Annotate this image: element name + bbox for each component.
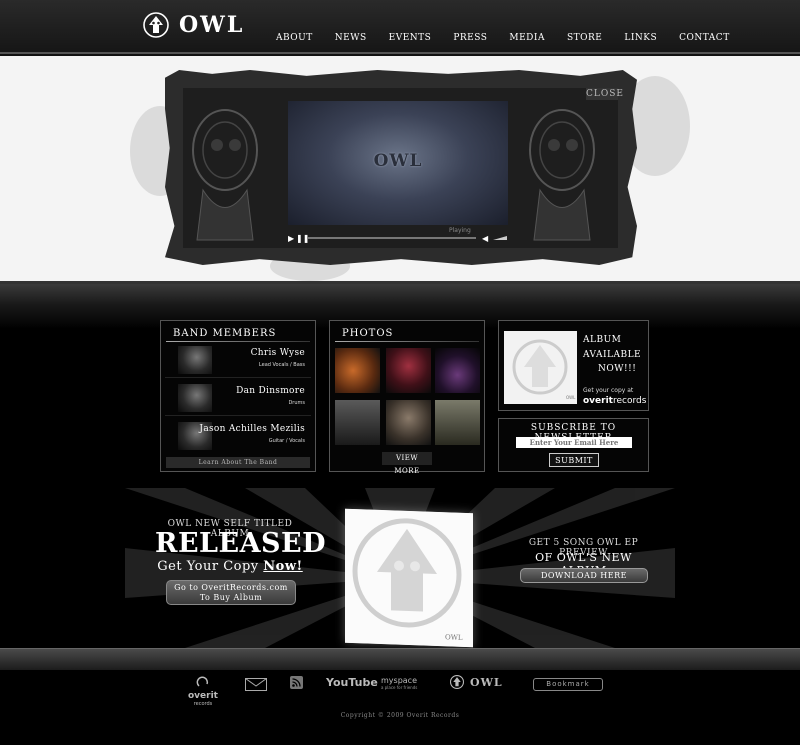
skull-artwork-right — [529, 109, 595, 241]
submit-button[interactable]: Submit — [549, 453, 599, 467]
album-cover-large[interactable]: OWL — [345, 508, 473, 648]
learn-about-band-button[interactable]: Learn About The Band — [166, 457, 310, 468]
member-name: Dan Dinsmore — [236, 386, 305, 396]
now-link[interactable]: Now! — [263, 559, 302, 574]
site-logo[interactable]: OWL — [143, 10, 244, 40]
mail-icon[interactable] — [245, 678, 267, 691]
buy-album-line1: Go to OveritRecords.com — [174, 583, 288, 592]
email-field[interactable] — [516, 437, 632, 448]
panel-divider — [335, 341, 479, 342]
overit-footer-sub: records — [193, 701, 213, 707]
youtube-label: YouTube — [326, 676, 378, 689]
album-available-line: Now!!! — [598, 364, 637, 374]
svg-text:OWL: OWL — [566, 395, 576, 400]
member-role: Lead Vocals / Bass — [258, 362, 305, 368]
overit-records-footer-link[interactable]: overit records — [186, 673, 220, 707]
nav-contact[interactable]: Contact — [679, 33, 730, 43]
member-role: Drums — [288, 400, 305, 406]
overit-swirl-icon — [196, 676, 209, 687]
myspace-icon[interactable]: myspace a place for friends — [381, 676, 417, 690]
video-controls: ▶ ❚❚ Playing ◀ — [286, 227, 508, 244]
buy-album-button[interactable]: Go to OveritRecords.com To Buy Album — [166, 580, 296, 605]
owl-footer-logo[interactable]: OWL — [450, 675, 503, 689]
get-copy-prefix: Get Your Copy — [157, 559, 264, 574]
footer-bar — [0, 648, 800, 670]
nav-store[interactable]: Store — [567, 33, 602, 43]
member-row[interactable]: Jason Achilles Mezilis Guitar / Vocals — [165, 418, 311, 454]
nav-about[interactable]: About — [276, 33, 313, 43]
member-name: Chris Wyse — [250, 348, 305, 358]
copyright-text: Copyright © 2009 Overit Records — [340, 712, 460, 719]
main-nav: About News Events Press Media Store Link… — [276, 33, 752, 43]
logo-text: OWL — [179, 12, 245, 38]
volume-icon[interactable]: ◀ — [482, 234, 488, 243]
video-progress-bar[interactable] — [308, 237, 476, 239]
overit-records-link[interactable]: overitrecords — [583, 396, 646, 406]
release-headline: Released — [155, 528, 327, 559]
view-more-photos-button[interactable]: View More — [382, 452, 432, 475]
member-photo — [178, 384, 212, 412]
photo-thumbnail[interactable] — [386, 400, 431, 445]
member-row[interactable]: Chris Wyse Lead Vocals / Bass — [165, 342, 311, 378]
nav-news[interactable]: News — [335, 33, 367, 43]
download-button[interactable]: Download Here — [520, 568, 648, 583]
get-copy-text: Get your copy at — [583, 387, 634, 394]
band-members-title: Band Members — [173, 328, 277, 339]
nav-events[interactable]: Events — [389, 33, 432, 43]
brand-bold: overit — [583, 396, 613, 406]
video-screen-logo: OWL — [373, 151, 423, 171]
member-row[interactable]: Dan Dinsmore Drums — [165, 380, 311, 416]
album-cover-thumbnail[interactable]: OWL — [504, 331, 577, 404]
photo-thumbnail[interactable] — [435, 348, 480, 393]
member-photo — [178, 346, 212, 374]
owl-footer-text: OWL — [470, 675, 503, 689]
video-status: Playing — [449, 227, 471, 234]
video-screen[interactable]: OWL — [288, 101, 508, 225]
photo-thumbnail[interactable] — [335, 348, 380, 393]
member-role: Guitar / Vocals — [268, 438, 305, 444]
member-name: Jason Achilles Mezilis — [199, 424, 305, 434]
photo-thumbnail[interactable] — [435, 400, 480, 445]
buy-album-line2: To Buy Album — [199, 593, 263, 602]
album-available-line: Available — [583, 350, 642, 360]
album-available-line: Album — [583, 335, 622, 345]
skull-artwork-left — [192, 109, 258, 241]
photos-title: Photos — [342, 328, 394, 339]
play-icon[interactable]: ▶ — [288, 234, 294, 243]
volume-slider[interactable] — [493, 236, 507, 240]
brand-rest: records — [612, 396, 647, 406]
myspace-label: myspace — [381, 676, 417, 685]
video-close-button[interactable]: Close — [586, 88, 623, 100]
youtube-icon[interactable]: YouTube — [326, 676, 378, 689]
nav-media[interactable]: Media — [509, 33, 545, 43]
photos-panel — [329, 320, 485, 472]
owl-emblem-icon — [143, 12, 169, 38]
get-your-copy-text: Get Your Copy Now! — [155, 559, 305, 574]
site-header: OWL About News Events Press Media Store … — [0, 0, 800, 56]
photo-thumbnail[interactable] — [386, 348, 431, 393]
photo-thumbnail[interactable] — [335, 400, 380, 445]
nav-press[interactable]: Press — [453, 33, 487, 43]
nav-links[interactable]: Links — [624, 33, 657, 43]
rss-icon[interactable] — [290, 676, 303, 689]
myspace-sub: a place for friends — [381, 685, 418, 690]
overit-footer-label: overit — [188, 691, 218, 701]
owl-emblem-icon — [450, 675, 464, 689]
cover-owl-text: OWL — [445, 633, 463, 642]
bookmark-button[interactable]: Bookmark — [533, 678, 603, 691]
